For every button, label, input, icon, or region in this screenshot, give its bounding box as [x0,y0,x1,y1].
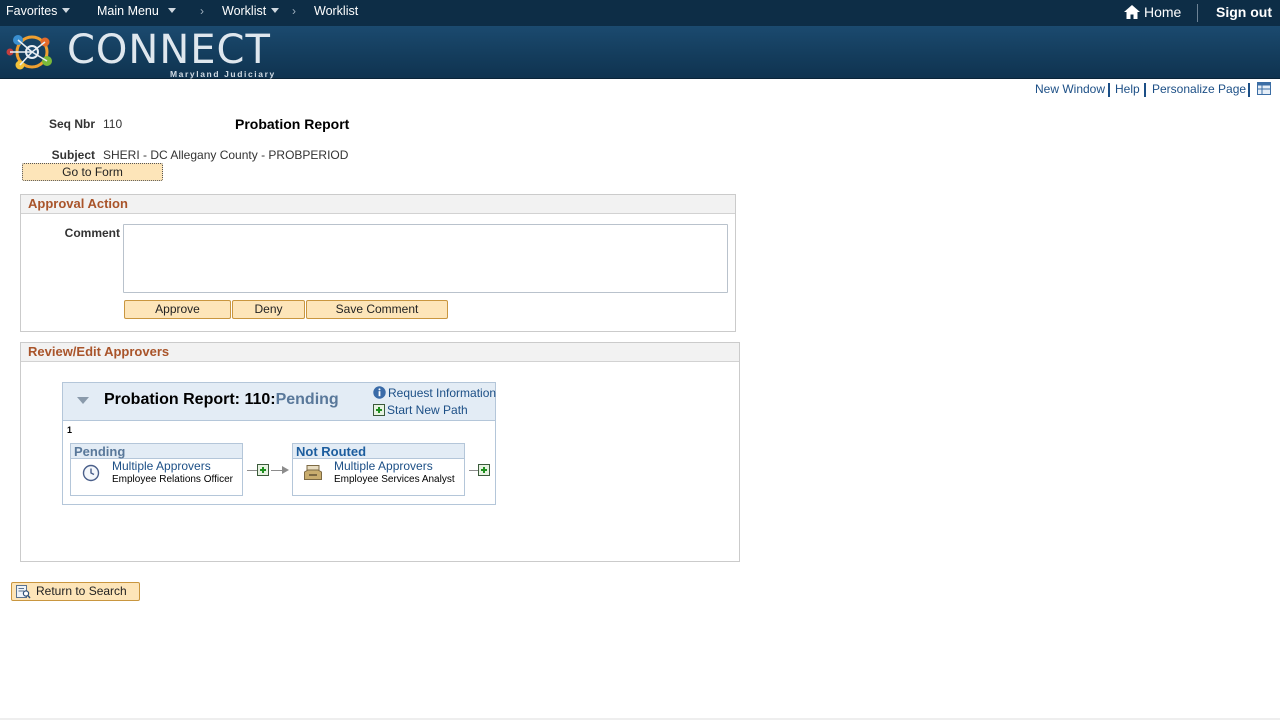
favorites-label: Favorites [6,4,58,18]
approve-button[interactable]: Approve [124,300,231,319]
sign-out-link[interactable]: Sign out [1216,4,1272,20]
connect-banner: CONNECT Maryland Judiciary [0,26,1280,79]
approval-step-pending: Pending Multiple Approvers Employee Rela… [70,443,243,496]
deny-button[interactable]: Deny [232,300,305,319]
go-to-form-button[interactable]: Go to Form [22,163,163,181]
worklist-chevron-down-icon [271,8,280,13]
help-link[interactable]: Help [1115,82,1140,96]
top-navigation-bar: Favorites Main Menu › Worklist › Worklis… [0,0,1280,26]
path-number: 1 [67,425,73,435]
approval-map-title: Probation Report: 110:Pending [104,391,339,409]
collapse-triangle-icon[interactable] [77,397,89,404]
subject-label: Subject [51,148,95,162]
step-approver-role: Employee Services Analyst [334,474,455,485]
breadcrumb-separator-icon: › [292,4,296,18]
main-menu[interactable]: Main Menu [97,4,176,18]
approval-map-status: Pending [275,391,339,408]
home-label: Home [1144,4,1182,20]
connect-logo-icon [6,35,52,70]
clock-icon [82,464,100,482]
request-information-label: Request Information [388,386,497,400]
link-separator [1248,83,1250,97]
seq-nbr-label: Seq Nbr [48,117,95,131]
main-menu-label: Main Menu [97,4,159,18]
step-approver-link[interactable]: Multiple Approvers [112,459,211,473]
connector-line [247,470,257,471]
add-path-icon [373,404,385,416]
step-status: Not Routed [293,444,464,459]
subject-value: SHERI - DC Allegany County - PROBPERIOD [103,148,349,162]
insert-approver-icon[interactable] [478,464,490,476]
page-title: Probation Report [235,116,350,132]
nav-divider [1197,4,1198,22]
home-link[interactable]: Home [1124,4,1181,20]
comment-label: Comment [64,226,120,240]
start-new-path-label: Start New Path [387,403,468,417]
return-to-search-button[interactable]: Return to Search [11,582,140,601]
link-separator [1108,83,1110,97]
link-separator [1144,83,1146,97]
inbox-tray-icon [304,465,322,480]
connector-line [469,470,478,471]
request-information-link[interactable]: Request Information [373,386,496,400]
approval-map: Probation Report: 110:Pending Request In… [62,382,496,505]
approval-map-title-text: Probation Report: 110: [104,391,276,408]
start-new-path-link[interactable]: Start New Path [373,403,468,417]
search-return-icon [16,585,31,599]
connect-logo-subtitle: Maryland Judiciary [170,69,276,79]
approval-step-not-routed: Not Routed Multiple Approvers Employee S… [292,443,465,496]
approval-action-header: Approval Action [21,195,735,214]
favorites-chevron-down-icon [62,8,71,13]
step-status: Pending [71,444,242,459]
arrow-right-icon [282,466,289,474]
breadcrumb-worklist-menu[interactable]: Worklist [222,4,280,18]
return-to-search-label: Return to Search [36,584,127,598]
save-comment-button[interactable]: Save Comment [306,300,448,319]
step-approver-role: Employee Relations Officer [112,474,233,485]
breadcrumb-separator-icon: › [200,4,204,18]
breadcrumb-worklist-current[interactable]: Worklist [314,4,358,18]
favorites-menu[interactable]: Favorites [6,4,71,18]
insert-approver-icon[interactable] [257,464,269,476]
page-bar: New Window Help Personalize Page [1020,82,1280,98]
personalize-grid-icon[interactable] [1257,82,1271,95]
info-icon [373,386,386,399]
new-window-link[interactable]: New Window [1035,82,1105,96]
seq-nbr-value: 110 [103,117,123,131]
connect-logo-text: CONNECT [67,27,271,73]
approval-map-header: Probation Report: 110:Pending Request In… [63,383,496,421]
main-menu-chevron-down-icon [167,8,176,13]
step-approver-link[interactable]: Multiple Approvers [334,459,433,473]
comment-input[interactable] [123,224,728,293]
personalize-page-link[interactable]: Personalize Page [1152,82,1246,96]
home-icon [1124,5,1140,19]
review-edit-approvers-header: Review/Edit Approvers [21,343,739,362]
breadcrumb-worklist-label: Worklist [222,4,267,18]
